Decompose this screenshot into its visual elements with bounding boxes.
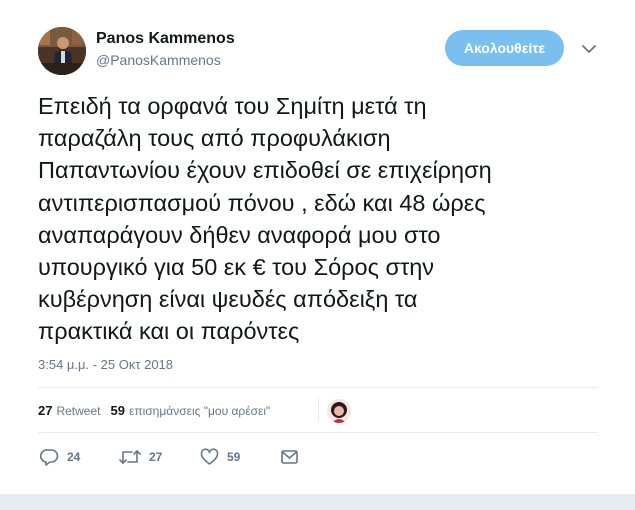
direct-message-button[interactable] bbox=[280, 448, 299, 466]
retweet-count: 27 bbox=[149, 450, 163, 464]
tweet-text: Επειδή τα ορφανά του Σημίτη μετά τη παρα… bbox=[38, 90, 608, 348]
divider bbox=[38, 432, 598, 433]
retweets-stat[interactable]: 27 Retweet bbox=[38, 403, 101, 418]
tweet-text-line: κυβέρνηση είναι ψευδές απόδειξη τα bbox=[38, 286, 418, 313]
likes-stat-count: 59 bbox=[110, 403, 125, 418]
stats-separator bbox=[318, 398, 319, 422]
tweet-text-line: παραζάλη τους από προφυλάκιση bbox=[38, 125, 391, 152]
tweet-timestamp[interactable]: 3:54 μ.μ. - 25 Οκτ 2018 bbox=[38, 357, 173, 372]
tweet-text-line: Παπαντωνίου έχουν επιδοθεί σε επιχείρηση bbox=[38, 157, 492, 184]
like-button[interactable]: 59 bbox=[200, 448, 240, 466]
reply-button[interactable]: 24 bbox=[40, 448, 80, 466]
author-display-name[interactable]: Panos Kammenos bbox=[96, 30, 235, 48]
liker-avatar[interactable] bbox=[327, 399, 351, 423]
tweet-card: Panos Kammenos @PanosKammenos Ακολουθείτ… bbox=[0, 0, 635, 510]
divider bbox=[38, 387, 598, 388]
following-button[interactable]: Ακολουθείτε bbox=[445, 30, 564, 66]
bottom-strip bbox=[0, 494, 635, 510]
tweet-text-line: υπουργικό για 50 εκ € του Σόρος στην bbox=[38, 254, 435, 281]
tweet-text-line: αντιπερισπασμού πόνου , εδώ και 48 ώρες bbox=[38, 189, 486, 216]
tweet-text-line: Επειδή τα ορφανά του Σημίτη μετά τη bbox=[38, 93, 427, 119]
likes-stat[interactable]: 59 επισημάνσεις "μου αρέσει" bbox=[111, 403, 271, 418]
envelope-icon bbox=[281, 450, 298, 464]
likes-stat-label: επισημάνσεις "μου αρέσει" bbox=[128, 404, 271, 418]
tweet-text-line: πρακτικά και οι παρόντες bbox=[38, 318, 300, 345]
like-count: 59 bbox=[227, 450, 241, 464]
engagement-stats: 27 Retweet 59 επισημάνσεις "μου αρέσει" bbox=[38, 403, 280, 418]
reply-icon bbox=[40, 449, 59, 466]
retweet-icon bbox=[119, 450, 141, 464]
heart-icon bbox=[200, 448, 219, 465]
tweet-menu-button[interactable] bbox=[580, 40, 598, 58]
author-photo bbox=[38, 27, 86, 75]
retweet-button[interactable]: 27 bbox=[119, 448, 162, 466]
tweet-text-line: αναπαράγουν δήθεν αναφορά μου στο bbox=[38, 221, 441, 248]
liker-photo bbox=[327, 399, 351, 423]
author-handle[interactable]: @PanosKammenos bbox=[96, 52, 221, 68]
retweets-stat-label: Retweet bbox=[56, 404, 101, 418]
chevron-down-icon bbox=[582, 45, 596, 53]
retweets-stat-count: 27 bbox=[38, 403, 53, 418]
reply-count: 24 bbox=[67, 450, 81, 464]
author-avatar[interactable] bbox=[38, 27, 86, 75]
